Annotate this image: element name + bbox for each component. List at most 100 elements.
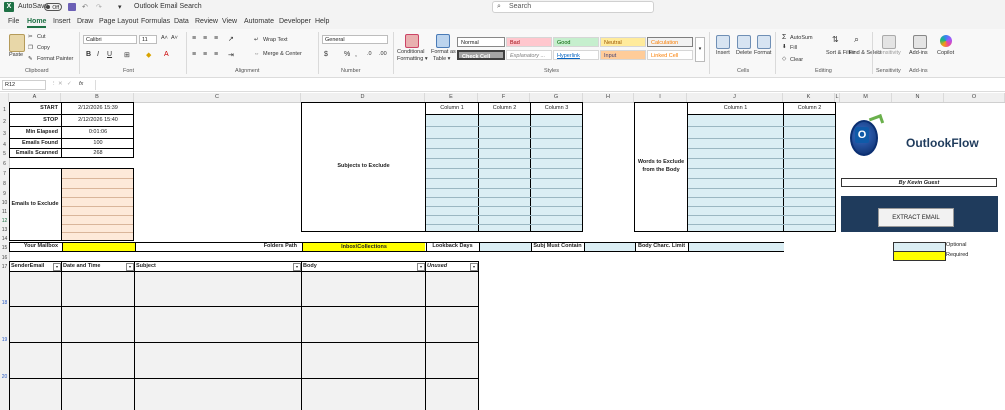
row-header[interactable]: 14: [0, 236, 9, 242]
name-box[interactable]: R12: [2, 80, 46, 90]
style-hyperlink[interactable]: Hyperlink: [553, 50, 599, 60]
column-header-k[interactable]: K: [783, 93, 835, 102]
indent-icon[interactable]: ⇥: [228, 51, 234, 59]
column-header-f[interactable]: F: [478, 93, 530, 102]
search-box[interactable]: ⌕ Search: [492, 1, 654, 13]
tab-developer[interactable]: Developer: [279, 18, 311, 25]
autosave-toggle[interactable]: Off: [44, 3, 62, 11]
stop-value[interactable]: 2/12/2026 15:40: [62, 116, 134, 125]
lookback-days-input[interactable]: [479, 243, 531, 251]
filter-dropdown-icon[interactable]: ▾: [417, 263, 425, 271]
align-top-icon[interactable]: ≡: [192, 35, 196, 42]
row-header[interactable]: 15: [0, 245, 9, 251]
document-title[interactable]: Outlook Email Search: [134, 3, 202, 10]
align-center-icon[interactable]: ≡: [203, 51, 207, 58]
tab-insert[interactable]: Insert: [53, 18, 71, 25]
number-format-combo[interactable]: General: [322, 35, 388, 44]
tab-automate[interactable]: Automate: [244, 18, 274, 25]
style-normal[interactable]: Normal: [457, 37, 505, 47]
filter-dropdown-icon[interactable]: ▾: [470, 263, 478, 271]
sensitivity-button[interactable]: Sensitivity: [876, 50, 901, 56]
results-header-senderemail[interactable]: SenderEmail: [11, 262, 56, 271]
row-header[interactable]: 6: [0, 161, 9, 167]
tab-review[interactable]: Review: [195, 18, 218, 25]
underline-icon[interactable]: U: [107, 51, 112, 58]
align-right-icon[interactable]: ≡: [214, 51, 218, 58]
format-as-table-icon[interactable]: [436, 34, 450, 48]
row-header[interactable]: 18: [0, 300, 9, 306]
tab-file[interactable]: File: [8, 18, 19, 25]
cut-button[interactable]: Cut: [37, 34, 46, 40]
column-header-d[interactable]: D: [301, 93, 425, 102]
emails-exclude-input-area[interactable]: [62, 169, 133, 240]
fill-icon[interactable]: ⬇: [782, 44, 787, 50]
row-header[interactable]: 7: [0, 171, 9, 177]
enter-icon[interactable]: ✓: [67, 81, 72, 87]
extract-email-button[interactable]: EXTRACT EMAIL: [878, 208, 954, 227]
emails-scanned-value[interactable]: 268: [62, 149, 134, 158]
row-header[interactable]: 1: [0, 107, 9, 113]
row-header[interactable]: 19: [0, 337, 9, 343]
results-header-body[interactable]: Body: [303, 262, 413, 271]
row-header[interactable]: 5: [0, 151, 9, 157]
style-neutral[interactable]: Neutral: [600, 37, 646, 47]
select-all-corner[interactable]: [0, 93, 9, 102]
autosum-icon[interactable]: Σ: [782, 34, 786, 41]
row-header[interactable]: 16: [0, 255, 9, 261]
results-body[interactable]: [10, 272, 478, 410]
clear-button[interactable]: Clear: [790, 57, 803, 63]
increase-decimal-icon[interactable]: .0: [367, 51, 372, 57]
row-header[interactable]: 4: [0, 142, 9, 148]
paste-icon[interactable]: [9, 34, 25, 52]
align-middle-icon[interactable]: ≡: [203, 35, 207, 42]
merge-center-button[interactable]: Merge & Center: [263, 51, 302, 57]
formula-input[interactable]: [95, 80, 1004, 90]
subject-must-contain-input[interactable]: [584, 243, 635, 251]
tab-draw[interactable]: Draw: [77, 18, 93, 25]
qat-dropdown-icon[interactable]: ▾: [118, 3, 122, 11]
tab-page-layout[interactable]: Page Layout: [99, 18, 138, 25]
column-header-c[interactable]: C: [134, 93, 301, 102]
conditional-formatting-button[interactable]: Conditional: [397, 49, 425, 55]
conditional-formatting-icon[interactable]: [405, 34, 419, 48]
copy-icon[interactable]: ❐: [28, 45, 33, 51]
filter-dropdown-icon[interactable]: ▾: [293, 263, 301, 271]
start-value[interactable]: 2/12/2026 15:39: [62, 104, 134, 113]
column-header-a[interactable]: A: [9, 93, 61, 102]
delete-cells-button[interactable]: Delete: [736, 50, 752, 56]
align-bottom-icon[interactable]: ≡: [214, 35, 218, 42]
paste-button[interactable]: Paste: [9, 52, 23, 58]
results-header-datetime[interactable]: Date and Time: [63, 262, 127, 271]
bold-icon[interactable]: B: [86, 51, 91, 58]
format-painter-icon[interactable]: ✎: [28, 56, 33, 62]
row-header[interactable]: 20: [0, 374, 9, 380]
more-options-icon[interactable]: ⋮: [51, 81, 57, 87]
insert-function-icon[interactable]: fx: [79, 81, 83, 87]
font-size-combo[interactable]: 11: [139, 35, 157, 44]
decrease-decimal-icon[interactable]: .00: [379, 51, 387, 57]
tab-help[interactable]: Help: [315, 18, 329, 25]
copy-button[interactable]: Copy: [37, 45, 50, 51]
add-ins-button[interactable]: Add-ins: [909, 50, 928, 56]
sort-filter-icon[interactable]: ⇅: [832, 35, 839, 44]
column-header-n[interactable]: N: [892, 93, 944, 102]
undo-icon[interactable]: ↶: [82, 3, 88, 11]
style-good[interactable]: Good: [553, 37, 599, 47]
comma-icon[interactable]: ,: [355, 51, 357, 58]
folders-path-input[interactable]: Inbox\Collections: [302, 243, 425, 251]
row-header[interactable]: 17: [0, 264, 9, 270]
sensitivity-icon[interactable]: [882, 35, 896, 49]
fill-color-icon[interactable]: ◆: [146, 51, 151, 59]
tab-data[interactable]: Data: [174, 18, 189, 25]
redo-icon[interactable]: ↷: [96, 3, 102, 11]
format-cells-button[interactable]: Format: [754, 50, 771, 56]
row-header[interactable]: 13: [0, 227, 9, 233]
format-painter-button[interactable]: Format Painter: [37, 56, 73, 62]
row-header[interactable]: 9: [0, 191, 9, 197]
tab-view[interactable]: View: [222, 18, 237, 25]
wrap-text-icon[interactable]: ↵: [254, 37, 259, 43]
tab-formulas[interactable]: Formulas: [141, 18, 170, 25]
row-header[interactable]: 11: [0, 209, 9, 215]
cancel-icon[interactable]: ✕: [58, 81, 63, 87]
column-header-g[interactable]: G: [530, 93, 583, 102]
